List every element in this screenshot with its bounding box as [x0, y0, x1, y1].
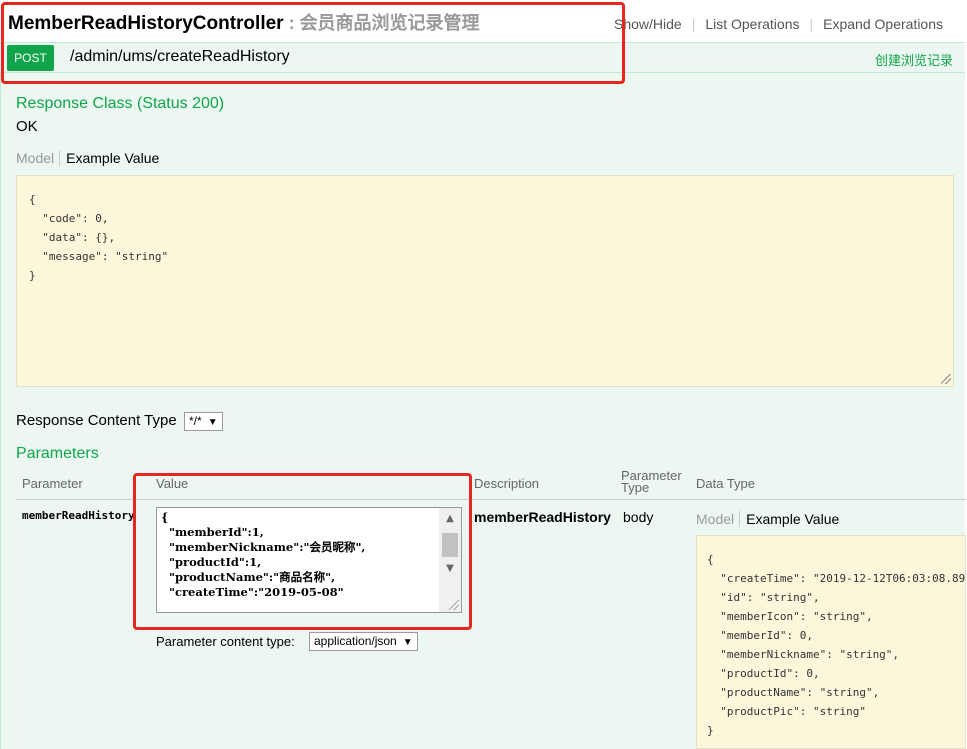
- parameter-name: memberReadHistory: [22, 509, 135, 522]
- code-line: "data": {},: [29, 231, 116, 244]
- model-line: "memberIcon": "string",: [707, 610, 873, 623]
- data-type-example-code[interactable]: { "createTime": "2019-12-12T06:03:08.89 …: [696, 535, 966, 749]
- model-line: "id": "string",: [707, 591, 820, 604]
- header-links: Show/Hide | List Operations | Expand Ope…: [604, 16, 953, 32]
- textarea-scrollbar[interactable]: ▲ ▼: [439, 508, 461, 612]
- value-line: "createTime":"2019-05-08": [161, 585, 344, 599]
- model-line: "productName": "string",: [707, 686, 880, 699]
- selected-parameter-content-type: application/json: [314, 634, 397, 648]
- expand-operations-link[interactable]: Expand Operations: [813, 16, 953, 32]
- value-line: "memberId":1,: [161, 525, 264, 539]
- scrollbar-thumb[interactable]: [442, 533, 458, 557]
- chevron-down-icon: ▼: [402, 637, 413, 648]
- response-class-heading: Response Class (Status 200): [16, 95, 225, 112]
- model-line: }: [707, 724, 714, 737]
- value-line: "memberNickname":"会员昵称",: [161, 540, 366, 554]
- show-hide-link[interactable]: Show/Hide: [604, 16, 692, 32]
- response-content-type-select[interactable]: */* ▼: [184, 412, 223, 431]
- code-line: "message": "string": [29, 250, 169, 263]
- model-line: "productId": 0,: [707, 667, 820, 680]
- code-line: {: [29, 193, 36, 206]
- model-line: "memberNickname": "string",: [707, 648, 900, 661]
- operation-content: Response Class (Status 200) OK Model Exa…: [0, 73, 966, 749]
- parameter-content-type-label: Parameter content type:: [156, 634, 295, 649]
- http-method-badge[interactable]: POST: [7, 45, 54, 71]
- column-header-description: Description: [474, 476, 540, 491]
- operation-bar[interactable]: POST /admin/ums/createReadHistory 创建浏览记录: [0, 42, 965, 73]
- column-header-value: Value: [156, 476, 189, 491]
- controller-title[interactable]: MemberReadHistoryController : 会员商品浏览记录管理: [8, 9, 480, 35]
- model-line: "productPic": "string": [707, 705, 866, 718]
- response-example-code[interactable]: { "code": 0, "data": {}, "message": "str…: [16, 175, 954, 387]
- model-line: {: [707, 553, 714, 566]
- chevron-down-icon: ▼: [207, 417, 218, 428]
- table-header-divider: [16, 499, 966, 500]
- tab-example-value[interactable]: Example Value: [60, 150, 159, 166]
- data-type-tabs: Model Example Value: [696, 511, 839, 527]
- response-model-tabs: Model Example Value: [16, 150, 159, 166]
- parameter-content-type-select[interactable]: application/json ▼: [309, 632, 418, 651]
- tab-model[interactable]: Model: [16, 150, 61, 166]
- scroll-down-icon[interactable]: ▼: [439, 558, 461, 580]
- operation-summary[interactable]: 创建浏览记录: [875, 50, 953, 69]
- column-header-parameter-type: Parameter Type: [621, 468, 682, 495]
- operation-path[interactable]: /admin/ums/createReadHistory: [70, 48, 290, 66]
- tab-model[interactable]: Model: [696, 511, 741, 527]
- value-line: {: [161, 510, 169, 524]
- selected-content-type: */*: [189, 414, 202, 428]
- column-header-data-type: Data Type: [696, 476, 756, 491]
- resize-grip-icon[interactable]: [941, 374, 951, 384]
- model-line: "memberId": 0,: [707, 629, 813, 642]
- controller-name[interactable]: MemberReadHistoryController: [8, 13, 284, 34]
- tab-example-value[interactable]: Example Value: [740, 511, 839, 527]
- controller-separator: :: [283, 13, 300, 33]
- scroll-up-icon[interactable]: ▲: [439, 508, 461, 530]
- parameter-value-textarea[interactable]: { "memberId":1, "memberNickname":"会员昵称",…: [156, 507, 462, 613]
- controller-header: MemberReadHistoryController : 会员商品浏览记录管理…: [0, 0, 967, 44]
- parameters-heading: Parameters: [16, 445, 99, 462]
- response-content-type-label: Response Content Type: [16, 412, 177, 429]
- code-line: "code": 0,: [29, 212, 109, 225]
- response-status-text: OK: [16, 118, 38, 135]
- resize-grip-icon[interactable]: [449, 600, 459, 610]
- code-line: }: [29, 269, 36, 282]
- parameter-type: body: [623, 509, 654, 525]
- value-line: "productId":1,: [161, 555, 262, 569]
- value-line: "productName":"商品名称",: [161, 570, 336, 584]
- model-line: "createTime": "2019-12-12T06:03:08.89: [707, 572, 966, 585]
- list-operations-link[interactable]: List Operations: [695, 16, 809, 32]
- column-header-parameter: Parameter: [22, 476, 83, 491]
- parameter-description: memberReadHistory: [474, 509, 611, 525]
- controller-description: 会员商品浏览记录管理: [299, 13, 480, 33]
